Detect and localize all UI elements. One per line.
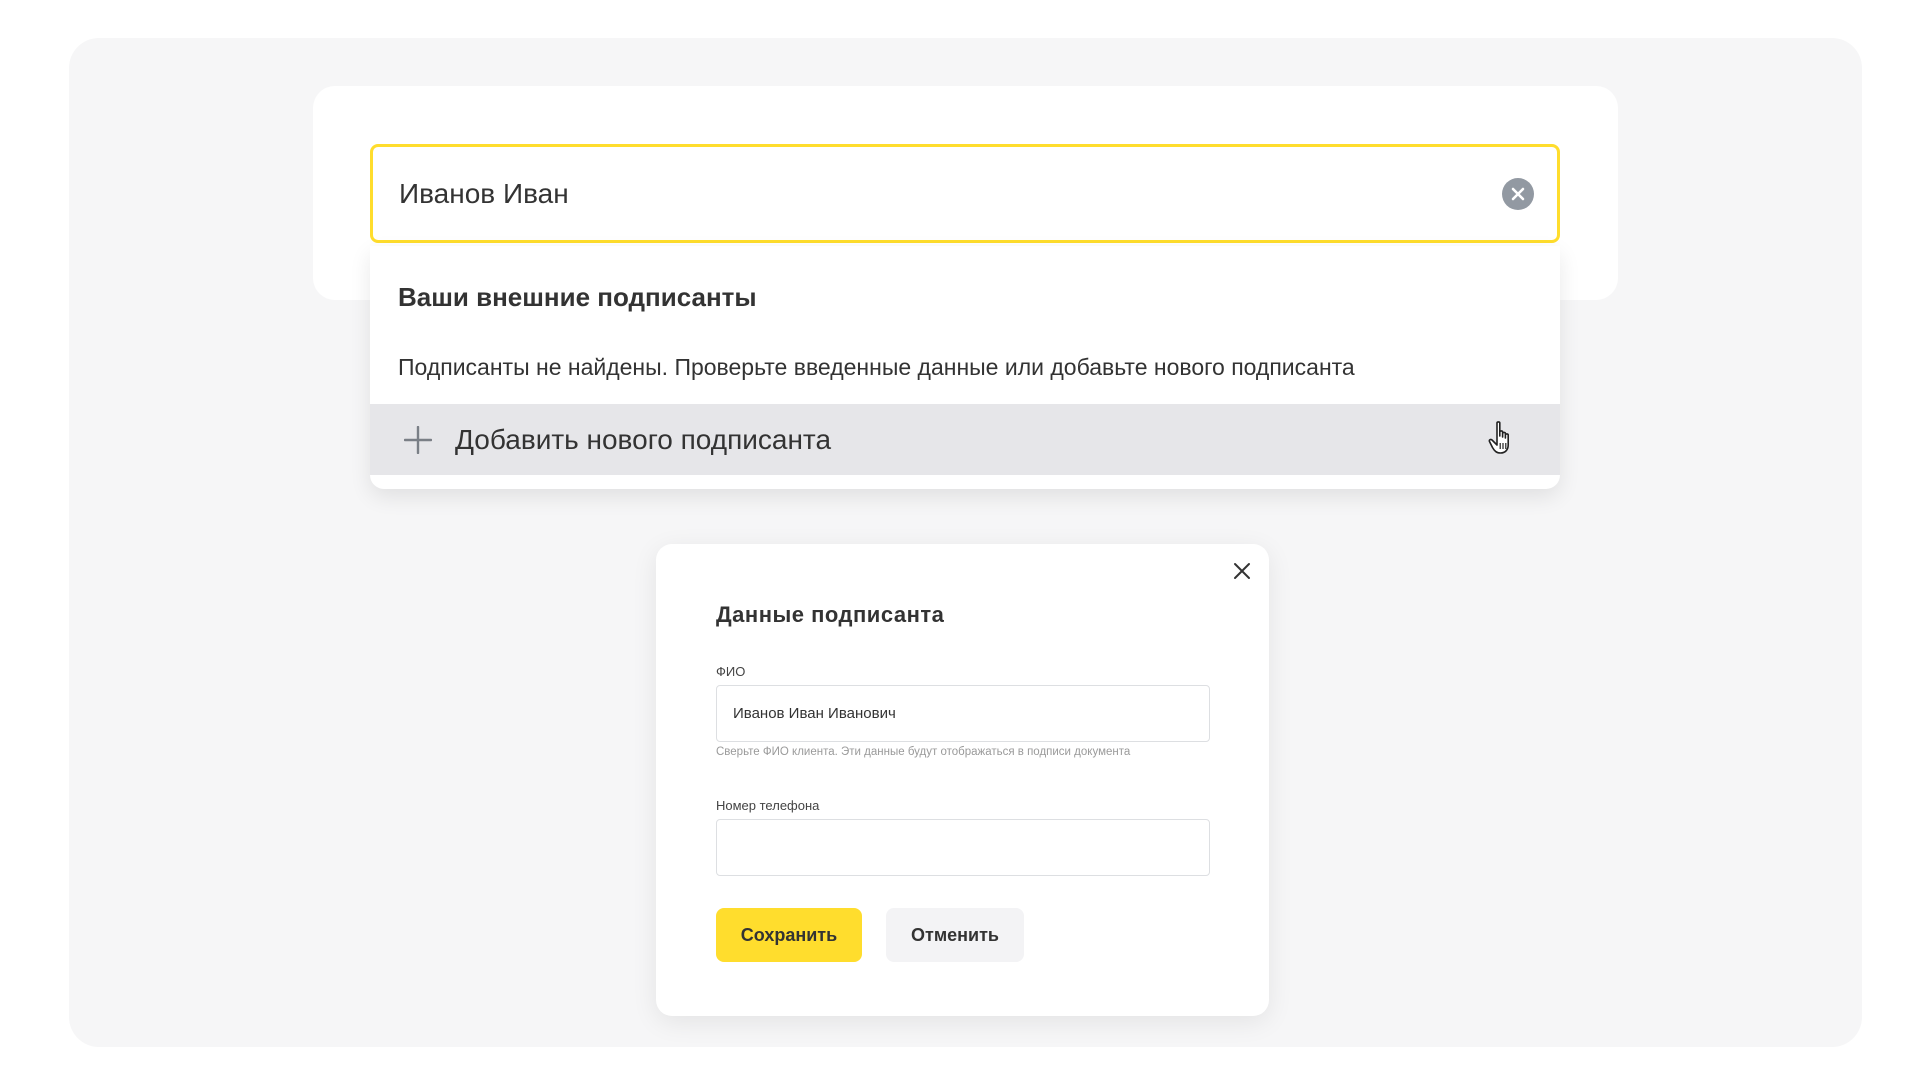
no-results-message: Подписанты не найдены. Проверьте введенн…: [398, 354, 1355, 380]
phone-field[interactable]: [716, 819, 1210, 876]
fio-field-value: Иванов Иван Иванович: [733, 705, 896, 722]
clear-search-button[interactable]: [1502, 178, 1534, 210]
fio-label: ФИО: [716, 664, 746, 679]
add-new-signer-label: Добавить нового подписанта: [455, 423, 832, 455]
signer-data-modal: Данные подписанта ФИО Иванов Иван Иванов…: [656, 544, 1269, 1016]
close-icon[interactable]: [1229, 558, 1255, 584]
save-button[interactable]: Сохранить: [716, 908, 862, 962]
dropdown-title: Ваши внешние подписанты: [398, 282, 757, 312]
search-input-value: Иванов Иван: [399, 177, 569, 209]
fio-hint: Сверьте ФИО клиента. Эти данные будут от…: [716, 746, 1131, 758]
signer-search-input[interactable]: Иванов Иван: [370, 144, 1560, 243]
signer-suggestions-dropdown: Ваши внешние подписанты Подписанты не на…: [370, 246, 1560, 489]
add-new-signer-option[interactable]: Добавить нового подписанта: [370, 404, 1560, 475]
cancel-button[interactable]: Отменить: [886, 908, 1024, 962]
hand-pointer-icon: [1488, 421, 1509, 454]
close-circle-icon: [1511, 187, 1525, 201]
modal-title: Данные подписанта: [716, 602, 945, 627]
plus-icon: [404, 426, 432, 454]
phone-label: Номер телефона: [716, 798, 820, 813]
fio-field[interactable]: Иванов Иван Иванович: [716, 685, 1210, 742]
